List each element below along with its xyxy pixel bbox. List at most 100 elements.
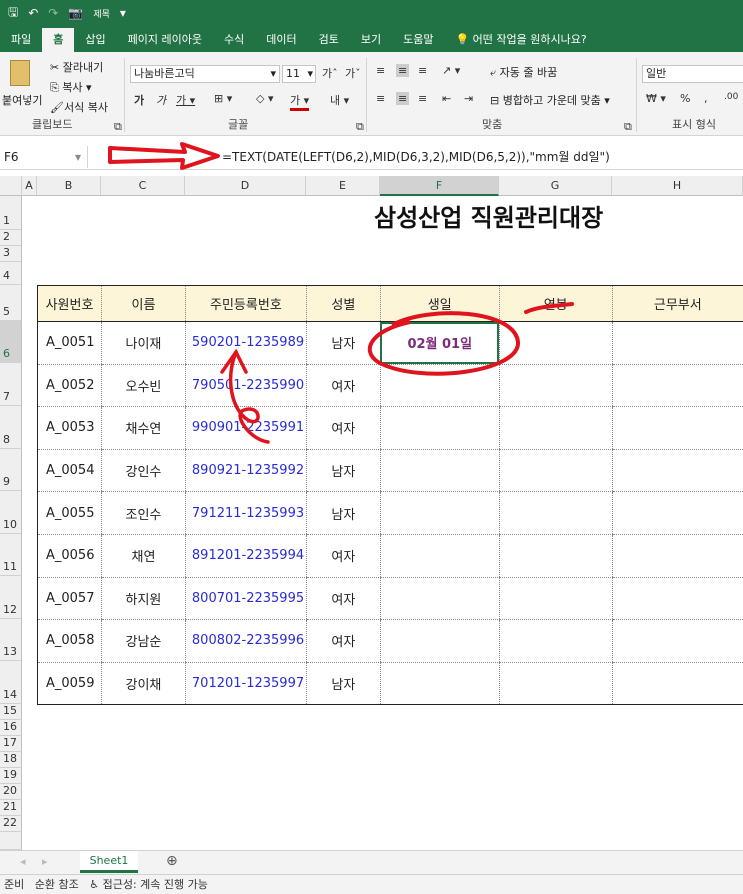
cell-gender[interactable]: 여자: [305, 364, 381, 408]
row-header[interactable]: 14: [0, 661, 22, 704]
underline-icon[interactable]: 가 ▾: [176, 92, 195, 108]
row-header[interactable]: 21: [0, 800, 22, 816]
cell-gender[interactable]: 남자: [305, 491, 381, 535]
tell-me-search[interactable]: 💡 어떤 작업을 원하시나요?: [444, 28, 597, 52]
font-size-combo[interactable]: 11 ▾: [282, 65, 316, 83]
qat-dropdown-icon[interactable]: ▾: [120, 6, 126, 20]
paste-button[interactable]: 붙여넣기: [2, 92, 42, 108]
cell-salary[interactable]: [498, 321, 613, 365]
cell-birthday[interactable]: [379, 577, 500, 621]
add-sheet-icon[interactable]: ⊕: [166, 853, 178, 869]
cell-birthday-active[interactable]: 02월 01일: [379, 321, 500, 365]
cell-employee-id[interactable]: A_0059: [37, 662, 102, 706]
cell-gender[interactable]: 여자: [305, 406, 381, 450]
row-header[interactable]: 9: [0, 449, 22, 491]
cell-department[interactable]: [611, 321, 743, 365]
align-left-icon[interactable]: ≡: [376, 92, 385, 105]
sheet-tab-sheet1[interactable]: Sheet1: [80, 851, 138, 873]
cell-birthday[interactable]: [379, 619, 500, 663]
cell-name[interactable]: 나이재: [100, 321, 186, 365]
formula-input[interactable]: =TEXT(DATE(LEFT(D6,2),MID(D6,3,2),MID(D6…: [222, 147, 610, 167]
tab-page-layout[interactable]: 페이지 레이아웃: [117, 28, 213, 52]
accounting-icon[interactable]: ₩ ▾: [646, 92, 666, 105]
align-bottom-icon[interactable]: ≡: [418, 64, 427, 77]
cell-salary[interactable]: [498, 491, 613, 535]
row-header[interactable]: 15: [0, 704, 22, 720]
align-center-icon[interactable]: ≡: [396, 92, 410, 105]
row-header[interactable]: 5: [0, 285, 22, 321]
align-middle-icon[interactable]: ≡: [396, 64, 410, 77]
merge-center-button[interactable]: ⊟ 병합하고 가운데 맞춤 ▾: [490, 92, 610, 108]
cell-employee-id[interactable]: A_0058: [37, 619, 102, 663]
status-accessibility[interactable]: 접근성: 계속 진행 가능: [103, 878, 208, 891]
row-header[interactable]: 1: [0, 196, 22, 230]
name-box[interactable]: F6 ▾: [0, 146, 88, 168]
row-header[interactable]: 8: [0, 406, 22, 449]
cell-employee-id[interactable]: A_0051: [37, 321, 102, 365]
clipboard-launcher-icon[interactable]: ⧉: [114, 120, 122, 134]
tab-data[interactable]: 데이터: [255, 28, 307, 52]
header-birthday[interactable]: 생일: [379, 285, 500, 322]
cell-resident-number[interactable]: 790501-2235990: [184, 364, 307, 408]
tab-help[interactable]: 도움말: [392, 28, 444, 52]
cell-birthday[interactable]: [379, 449, 500, 493]
save-icon[interactable]: 🖫: [8, 3, 18, 24]
cell-department[interactable]: [611, 449, 743, 493]
cell-employee-id[interactable]: A_0055: [37, 491, 102, 535]
column-header-f[interactable]: F: [380, 176, 499, 196]
fill-color-icon[interactable]: ◇ ▾: [256, 92, 273, 105]
tab-file[interactable]: 파일: [0, 28, 42, 52]
cell-name[interactable]: 강이채: [100, 662, 186, 706]
qat-label[interactable]: 제목: [93, 7, 110, 20]
row-header[interactable]: 13: [0, 619, 22, 661]
cell-department[interactable]: [611, 364, 743, 408]
camera-icon[interactable]: 📷: [68, 6, 83, 20]
header-employee-id[interactable]: 사원번호: [37, 285, 102, 322]
cell-birthday[interactable]: [379, 662, 500, 706]
number-format-combo[interactable]: 일반: [642, 65, 743, 83]
cell-gender[interactable]: 여자: [305, 534, 381, 578]
row-header[interactable]: 22: [0, 816, 22, 832]
row-header[interactable]: 4: [0, 262, 22, 285]
row-header[interactable]: [0, 832, 22, 850]
align-top-icon[interactable]: ≡: [376, 64, 385, 77]
cell-resident-number[interactable]: 701201-1235997: [184, 662, 307, 706]
column-header-e[interactable]: E: [306, 176, 380, 196]
cell-employee-id[interactable]: A_0057: [37, 577, 102, 621]
row-header[interactable]: 20: [0, 784, 22, 800]
prev-sheet-icon[interactable]: ◂: [20, 855, 26, 868]
header-gender[interactable]: 성별: [305, 285, 381, 322]
cell-name[interactable]: 오수빈: [100, 364, 186, 408]
percent-icon[interactable]: %: [680, 92, 690, 105]
cell-birthday[interactable]: [379, 406, 500, 450]
cell-salary[interactable]: [498, 449, 613, 493]
cell-birthday[interactable]: [379, 491, 500, 535]
cell-name[interactable]: 조인수: [100, 491, 186, 535]
row-header[interactable]: 18: [0, 752, 22, 768]
cell-resident-number[interactable]: 890921-1235992: [184, 449, 307, 493]
cell-salary[interactable]: [498, 534, 613, 578]
phonetic-icon[interactable]: 내 ▾: [330, 92, 349, 108]
cell-department[interactable]: [611, 577, 743, 621]
select-all-corner[interactable]: [0, 176, 22, 196]
cut-button[interactable]: ✂ 잘라내기: [50, 59, 103, 75]
column-header-h[interactable]: H: [612, 176, 743, 196]
font-color-icon[interactable]: 가 ▾: [290, 92, 310, 111]
row-header[interactable]: 19: [0, 768, 22, 784]
alignment-launcher-icon[interactable]: ⧉: [624, 120, 632, 134]
cell-department[interactable]: [611, 534, 743, 578]
row-header[interactable]: 6: [0, 321, 22, 363]
decrease-indent-icon[interactable]: ⇤: [442, 92, 451, 105]
cell-birthday[interactable]: [379, 364, 500, 408]
increase-indent-icon[interactable]: ⇥: [464, 92, 473, 105]
tab-formulas[interactable]: 수식: [213, 28, 255, 52]
cell-birthday[interactable]: [379, 534, 500, 578]
tab-home[interactable]: 홈: [42, 28, 75, 52]
tab-insert[interactable]: 삽입: [74, 28, 116, 52]
column-header-d[interactable]: D: [185, 176, 306, 196]
cell-department[interactable]: [611, 619, 743, 663]
column-header-a[interactable]: A: [22, 176, 37, 196]
cell-employee-id[interactable]: A_0053: [37, 406, 102, 450]
format-painter-button[interactable]: 🖌서식 복사: [50, 99, 108, 115]
cell-name[interactable]: 강인수: [100, 449, 186, 493]
